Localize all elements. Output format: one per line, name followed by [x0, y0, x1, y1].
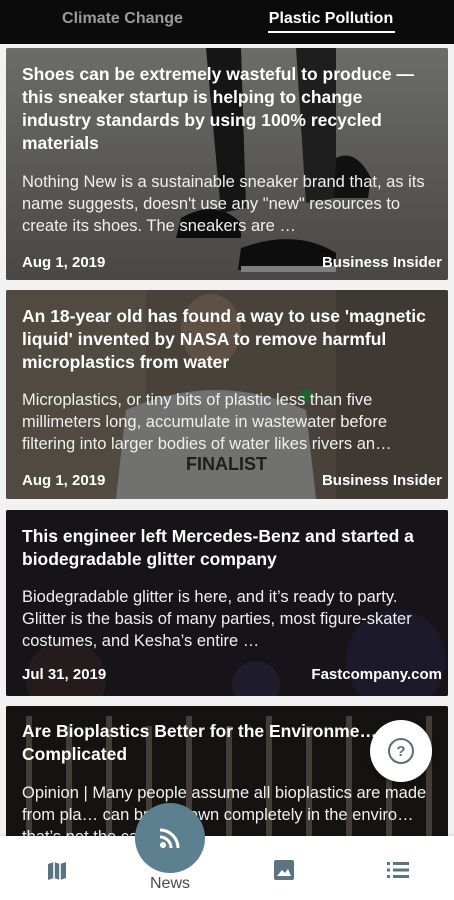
image-icon [274, 860, 294, 880]
nav-list[interactable] [340, 836, 454, 900]
article-date: Jul 31, 2019 [22, 666, 107, 683]
news-feed[interactable]: Shoes can be extremely wasteful to produ… [0, 44, 454, 836]
nav-news-label[interactable]: News [130, 875, 210, 893]
article-source: Business Insider [321, 472, 442, 489]
article-title: An 18-year old has found a way to use 'm… [22, 306, 426, 372]
article-date: Aug 1, 2019 [22, 472, 106, 489]
tab-climate-change[interactable]: Climate Change [50, 9, 195, 37]
help-icon: ? [388, 738, 414, 764]
article-description: Biodegradable glitter is here, and it’s … [22, 588, 412, 650]
article-title: Shoes can be extremely wasteful to produ… [22, 64, 414, 153]
article-source: Fastcompany.com [311, 666, 442, 683]
top-tab-bar: Climate Change Plastic Pollution [0, 0, 454, 44]
nav-map[interactable] [0, 836, 113, 900]
map-icon [48, 862, 66, 880]
article-source: Business Insider [321, 254, 442, 271]
article-description: Microplastics, or tiny bits of plastic l… [22, 391, 392, 453]
rss-icon [159, 828, 180, 849]
nav-news-button[interactable] [135, 803, 205, 873]
article-date: Aug 1, 2019 [22, 254, 106, 271]
article-card[interactable]: Shoes can be extremely wasteful to produ… [6, 48, 448, 280]
active-tab-indicator [268, 31, 395, 33]
article-description: Nothing New is a sustainable sneaker bra… [22, 173, 425, 235]
app-root: Climate Change Plastic Pollution Shoes c… [0, 0, 454, 900]
help-button[interactable]: ? [370, 720, 432, 782]
article-card[interactable]: This engineer left Mercedes-Benz and sta… [6, 510, 448, 696]
article-description: Opinion | Many people assume all bioplas… [22, 784, 427, 836]
article-card[interactable]: FINALIST An 18-year old has found a way … [6, 290, 448, 499]
article-title: This engineer left Mercedes-Benz and sta… [22, 526, 414, 569]
bottom-navigation [0, 836, 454, 900]
nav-images[interactable] [227, 836, 340, 900]
list-icon [387, 862, 409, 878]
